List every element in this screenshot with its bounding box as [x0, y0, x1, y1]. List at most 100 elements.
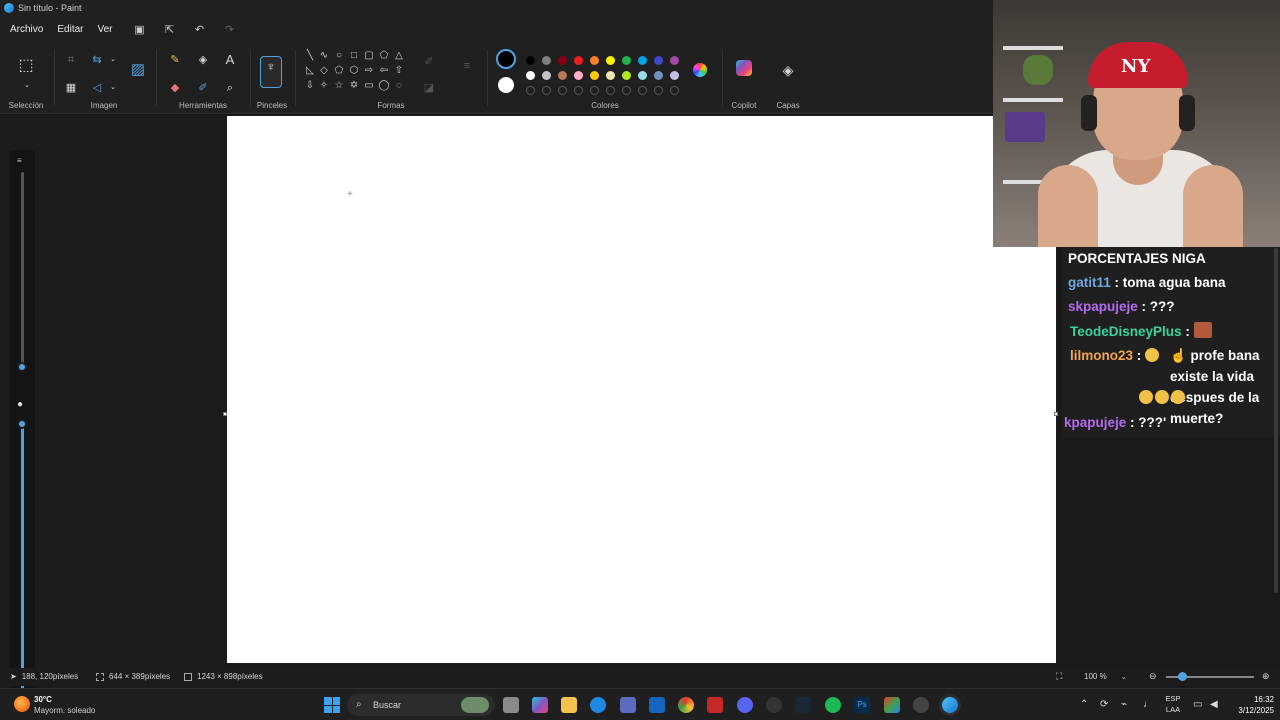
- color-swatch[interactable]: [558, 71, 567, 80]
- custom-color-slot[interactable]: [654, 86, 663, 95]
- zoom-slider-thumb[interactable]: [1178, 672, 1187, 681]
- color-swatch[interactable]: [590, 71, 599, 80]
- callout-cloud-shape-icon[interactable]: ◌: [393, 80, 405, 92]
- weather-description[interactable]: Mayorm. soleado: [34, 706, 95, 715]
- sync-icon[interactable]: ⟳: [1100, 700, 1108, 710]
- hexagon-shape-icon[interactable]: ⬡: [348, 65, 360, 77]
- fill-icon[interactable]: ◈: [196, 54, 210, 66]
- magnifier-icon[interactable]: ⌕: [223, 82, 237, 94]
- outline-icon[interactable]: ✐: [422, 56, 436, 68]
- color-swatch[interactable]: [606, 71, 615, 80]
- store-icon[interactable]: [620, 697, 636, 713]
- discord-icon[interactable]: [737, 697, 753, 713]
- canvas-resize-handle-right[interactable]: [1054, 412, 1058, 416]
- volume-icon[interactable]: ◀: [1210, 700, 1218, 710]
- color-swatch[interactable]: [654, 71, 663, 80]
- rotate-icon[interactable]: ◁: [90, 82, 104, 94]
- color-swatch[interactable]: [526, 71, 535, 80]
- canvas-resize-handle-left[interactable]: [223, 412, 227, 416]
- color-swatch[interactable]: [590, 56, 599, 65]
- diamond-shape-icon[interactable]: ◇: [318, 65, 330, 77]
- triangle-shape-icon[interactable]: △: [393, 50, 405, 62]
- layers-icon[interactable]: ◈: [781, 63, 795, 77]
- custom-color-slot[interactable]: [558, 86, 567, 95]
- chevron-up-icon[interactable]: ⌃: [1080, 700, 1088, 710]
- six-point-star-shape-icon[interactable]: ✡: [348, 80, 360, 92]
- custom-color-slot[interactable]: [526, 86, 535, 95]
- right-arrow-shape-icon[interactable]: ⇨: [363, 65, 375, 77]
- taskbar-search[interactable]: ⌕ Buscar: [347, 694, 495, 716]
- callout-oval-shape-icon[interactable]: ◯: [378, 80, 390, 92]
- up-arrow-shape-icon[interactable]: ⇧: [393, 65, 405, 77]
- brush-button[interactable]: ♆: [260, 56, 282, 88]
- chrome-icon[interactable]: [678, 697, 694, 713]
- spotify-icon[interactable]: [825, 697, 841, 713]
- drive-icon[interactable]: [884, 697, 900, 713]
- custom-color-slot[interactable]: [574, 86, 583, 95]
- color-swatch[interactable]: [542, 56, 551, 65]
- image-icon[interactable]: ▨: [130, 62, 146, 77]
- weather-icon[interactable]: [14, 696, 30, 712]
- menu-editar[interactable]: Editar: [57, 24, 83, 35]
- fit-to-window-icon[interactable]: ⛶: [1056, 671, 1062, 682]
- menu-ver[interactable]: Ver: [97, 24, 112, 35]
- language-bottom[interactable]: LAA: [1162, 705, 1184, 714]
- select-rectangle-icon[interactable]: ⬚: [18, 58, 34, 74]
- task-view-icon[interactable]: [503, 697, 519, 713]
- opacity-slider-thumb[interactable]: [17, 419, 27, 429]
- rounded-rectangle-shape-icon[interactable]: ▢: [363, 50, 375, 62]
- copilot-icon[interactable]: [736, 60, 752, 76]
- color-swatch[interactable]: [558, 56, 567, 65]
- save-icon[interactable]: ▣: [133, 22, 147, 36]
- color-swatch[interactable]: [670, 71, 679, 80]
- menu-archivo[interactable]: Archivo: [10, 24, 43, 35]
- select-all-icon[interactable]: ▦: [64, 82, 78, 94]
- primary-color-swatch[interactable]: [496, 49, 516, 69]
- zoom-in-icon[interactable]: ⊕: [1262, 671, 1270, 682]
- right-triangle-shape-icon[interactable]: ◺: [304, 65, 316, 77]
- custom-color-slot[interactable]: [542, 86, 551, 95]
- color-swatch[interactable]: [542, 71, 551, 80]
- custom-color-slot[interactable]: [606, 86, 615, 95]
- oval-shape-icon[interactable]: ○: [333, 50, 345, 62]
- color-swatch[interactable]: [574, 71, 583, 80]
- display-icon[interactable]: ▭: [1193, 700, 1202, 710]
- share-icon[interactable]: ⇱: [163, 22, 177, 36]
- copilot-taskbar-icon[interactable]: [532, 697, 548, 713]
- size-slider-thumb[interactable]: [17, 362, 27, 372]
- file-explorer-icon[interactable]: [561, 697, 577, 713]
- polygon-shape-icon[interactable]: ⬠: [378, 50, 390, 62]
- start-button[interactable]: [324, 697, 340, 713]
- color-swatch[interactable]: [670, 56, 679, 65]
- scrollbar[interactable]: [1274, 248, 1278, 593]
- down-arrow-shape-icon[interactable]: ⇩: [304, 80, 316, 92]
- custom-color-slot[interactable]: [670, 86, 679, 95]
- photoshop-icon[interactable]: Ps: [854, 697, 870, 713]
- weather-temperature[interactable]: 30°C: [34, 695, 52, 704]
- color-swatch[interactable]: [526, 56, 535, 65]
- color-swatch[interactable]: [654, 56, 663, 65]
- edit-colors-icon[interactable]: [693, 63, 707, 77]
- pencil-icon[interactable]: ✎: [168, 54, 182, 66]
- edge-icon[interactable]: [590, 697, 606, 713]
- color-swatch[interactable]: [638, 71, 647, 80]
- app-icon[interactable]: [707, 697, 723, 713]
- left-arrow-shape-icon[interactable]: ⇦: [378, 65, 390, 77]
- redo-icon[interactable]: ↷: [223, 22, 237, 36]
- color-swatch[interactable]: [622, 56, 631, 65]
- crop-icon[interactable]: ⌗: [64, 54, 78, 66]
- chevron-down-icon[interactable]: ⌄: [106, 82, 120, 94]
- paint-taskbar-icon[interactable]: [942, 697, 958, 713]
- text-icon[interactable]: A: [223, 53, 237, 66]
- color-picker-icon[interactable]: ✐: [196, 82, 210, 94]
- undo-icon[interactable]: ↶: [193, 22, 207, 36]
- secondary-color-swatch[interactable]: [498, 77, 514, 93]
- zoom-out-icon[interactable]: ⊖: [1149, 671, 1157, 682]
- chevron-down-icon[interactable]: ⌄: [20, 80, 34, 92]
- drawing-canvas[interactable]: +: [227, 116, 1056, 663]
- fill-shape-icon[interactable]: ◪: [422, 82, 436, 94]
- language-top[interactable]: ESP: [1162, 694, 1184, 703]
- line-shape-icon[interactable]: ╲: [304, 50, 316, 62]
- five-point-star-shape-icon[interactable]: ☆: [333, 80, 345, 92]
- epic-icon[interactable]: [766, 697, 782, 713]
